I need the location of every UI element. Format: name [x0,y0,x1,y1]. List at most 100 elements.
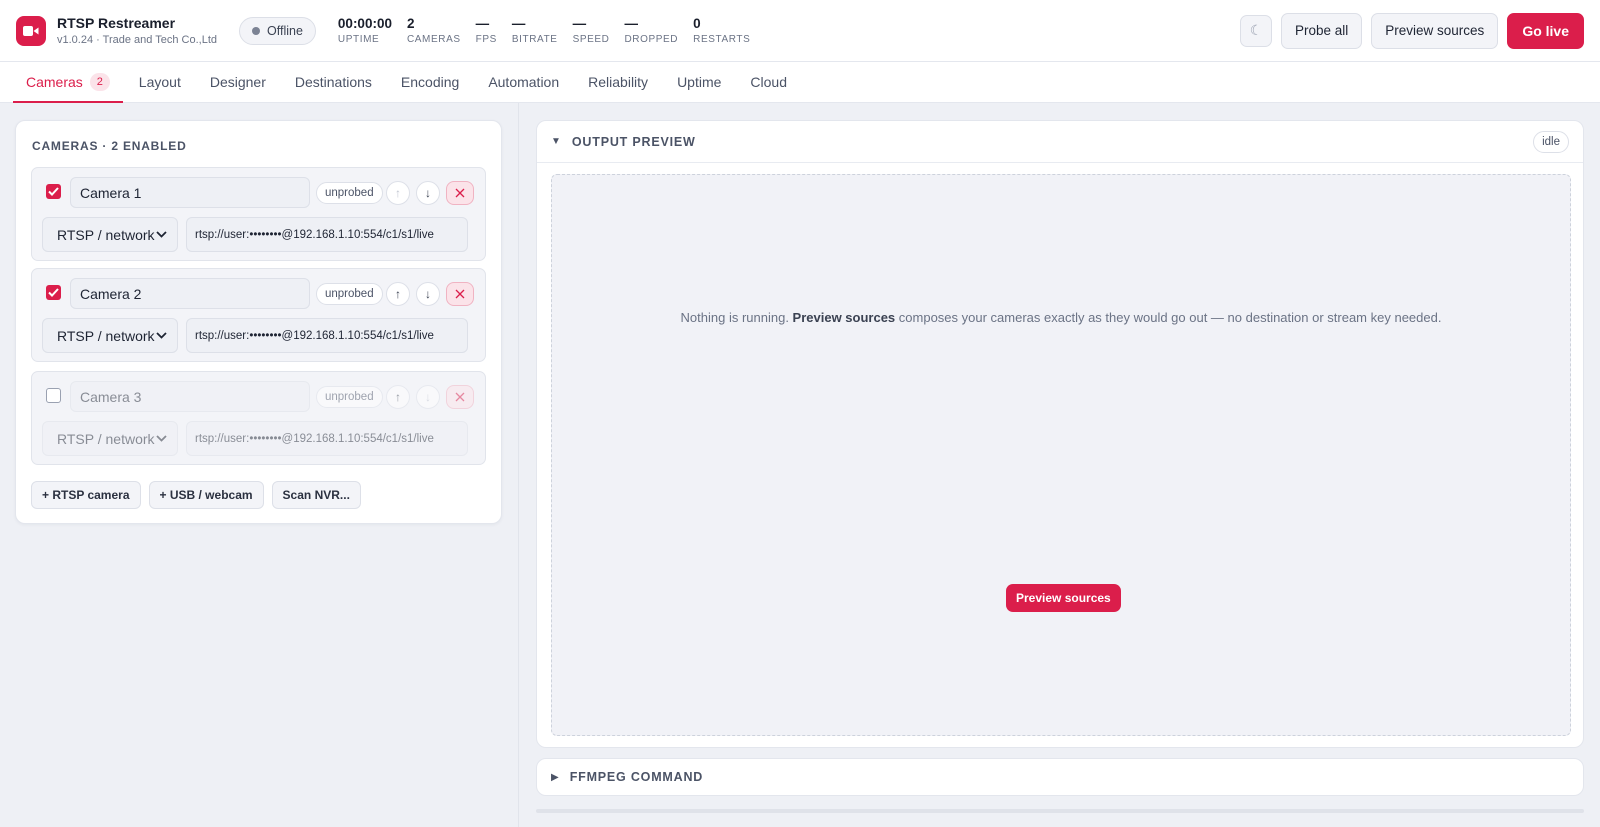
chevron-down-icon [156,231,167,238]
tab-destinations[interactable]: Destinations [282,62,385,102]
output-preview-title: OUTPUT PREVIEW [571,134,696,149]
source-type-select[interactable]: RTSP / network [42,318,178,353]
preview-sources-button[interactable]: Preview sources [1371,12,1499,49]
cameras-panel: CAMERAS · 2 ENABLED unprobed ↑ ↓ RTSP / … [15,120,502,524]
stat-label: RESTARTS [693,34,751,45]
rtsp-url-input[interactable] [186,318,468,353]
source-type-value: RTSP / network [57,327,155,344]
camera-enabled-checkbox[interactable] [46,388,61,403]
stat-speed: — SPEED [573,16,610,45]
rtsp-url-input[interactable] [186,217,468,252]
message-text: Nothing is running. [680,310,793,325]
camera-name-input[interactable] [70,177,310,208]
next-panel-edge [536,809,1584,813]
app-name: RTSP Restreamer [57,15,176,31]
checkmark-icon [48,187,59,196]
stat-label: FPS [475,34,497,45]
probe-all-button[interactable]: Probe all [1280,12,1363,49]
go-live-button[interactable]: Go live [1507,12,1584,49]
stat-value: 00:00:00 [337,16,392,31]
tab-uptime[interactable]: Uptime [664,62,734,102]
app-header: RTSP Restreamer v1.0.24 · Trade and Tech… [0,0,1600,62]
stat-bitrate: — BITRATE [512,16,558,45]
delete-camera-close-icon[interactable] [446,282,474,306]
stat-label: SPEED [572,34,610,45]
status-label: Offline [267,23,303,38]
scan-nvr-button[interactable]: Scan NVR... [271,481,361,509]
stat-restarts: 0 RESTARTS [693,16,750,45]
probe-status-badge: unprobed [316,386,383,408]
source-type-value: RTSP / network [57,430,155,447]
tab-bar: Cameras 2 Layout Designer Destinations E… [0,62,1600,103]
move-down-arrow-icon[interactable]: ↓ [416,181,440,205]
stat-value: — [511,16,526,31]
tab-layout[interactable]: Layout [126,62,194,102]
stat-label: CAMERAS [406,34,461,45]
camera-card: unprobed ↑ ↓ RTSP / network [31,371,486,465]
camera-card: unprobed ↑ ↓ RTSP / network [31,268,486,362]
stat-label: DROPPED [624,34,679,45]
preview-sources-cta-button[interactable]: Preview sources [1006,584,1121,612]
ffmpeg-command-panel[interactable]: ▶ FFMPEG COMMAND [536,758,1584,796]
stat-value: — [572,16,587,31]
camera-enabled-checkbox[interactable] [46,184,61,199]
tab-automation[interactable]: Automation [475,62,572,102]
source-type-value: RTSP / network [57,226,155,243]
stat-label: BITRATE [511,34,558,45]
probe-status-badge: unprobed [316,182,383,204]
stat-uptime: 00:00:00 UPTIME [338,16,392,45]
tab-count-badge: 2 [89,73,110,91]
stat-cameras: 2 CAMERAS [407,16,461,45]
ffmpeg-command-title: FFMPEG COMMAND [569,770,704,784]
output-preview-panel: ▼ OUTPUT PREVIEW idle Nothing is running… [536,120,1584,748]
caret-down-icon: ▼ [551,136,561,147]
preview-canvas: Nothing is running. Preview sources comp… [551,174,1571,736]
stat-value: 0 [693,16,701,31]
delete-camera-close-icon[interactable] [446,385,474,409]
add-usb-webcam-button[interactable]: + USB / webcam [148,481,264,509]
stat-fps: — FPS [476,16,497,45]
camera-name-input[interactable] [70,278,310,309]
tab-encoding[interactable]: Encoding [388,62,472,102]
checkmark-icon [48,288,59,297]
stat-value: — [475,16,490,31]
message-emphasis: Preview sources [792,310,896,325]
tab-label: Cameras [26,74,83,90]
add-camera-actions: + RTSP camera + USB / webcam Scan NVR... [31,481,361,509]
move-up-arrow-icon[interactable]: ↑ [386,181,410,205]
output-preview-header[interactable]: ▼ OUTPUT PREVIEW idle [537,121,1583,163]
preview-state-badge: idle [1533,130,1569,153]
chevron-down-icon [156,332,167,339]
preview-empty-message: Nothing is running. Preview sources comp… [552,310,1570,325]
stat-value: 2 [406,16,415,31]
camera-card: unprobed ↑ ↓ RTSP / network [31,167,486,261]
delete-camera-close-icon[interactable] [446,181,474,205]
move-down-arrow-icon[interactable]: ↓ [416,385,440,409]
source-type-select[interactable]: RTSP / network [42,421,178,456]
tab-reliability[interactable]: Reliability [575,62,661,102]
move-up-arrow-icon[interactable]: ↑ [386,282,410,306]
camera-enabled-checkbox[interactable] [46,285,61,300]
add-rtsp-camera-button[interactable]: + RTSP camera [31,481,141,509]
tab-designer[interactable]: Designer [197,62,279,102]
move-down-arrow-icon[interactable]: ↓ [416,282,440,306]
chevron-down-icon [156,435,167,442]
move-up-arrow-icon[interactable]: ↑ [386,385,410,409]
stat-label: UPTIME [337,34,380,45]
tab-cameras[interactable]: Cameras 2 [13,62,123,103]
video-camera-icon [16,15,46,46]
theme-toggle-moon-icon[interactable]: ☾ [1239,14,1272,47]
stat-value: — [624,16,638,31]
status-dot-icon [252,26,261,35]
brand: RTSP Restreamer v1.0.24 · Trade and Tech… [57,15,217,46]
left-column: CAMERAS · 2 ENABLED unprobed ↑ ↓ RTSP / … [0,103,519,827]
stat-dropped: — DROPPED [624,16,678,45]
header-actions: ☾ Probe all Preview sources Go live [1239,12,1584,49]
camera-name-input[interactable] [70,381,310,412]
message-text: composes your cameras exactly as they wo… [895,310,1442,325]
rtsp-url-input[interactable] [186,421,468,456]
app-version: v1.0.24 · Trade and Tech Co.,Ltd [57,34,218,46]
tab-cloud[interactable]: Cloud [737,62,800,102]
cameras-panel-title: CAMERAS · 2 ENABLED [32,139,187,153]
source-type-select[interactable]: RTSP / network [42,217,178,252]
